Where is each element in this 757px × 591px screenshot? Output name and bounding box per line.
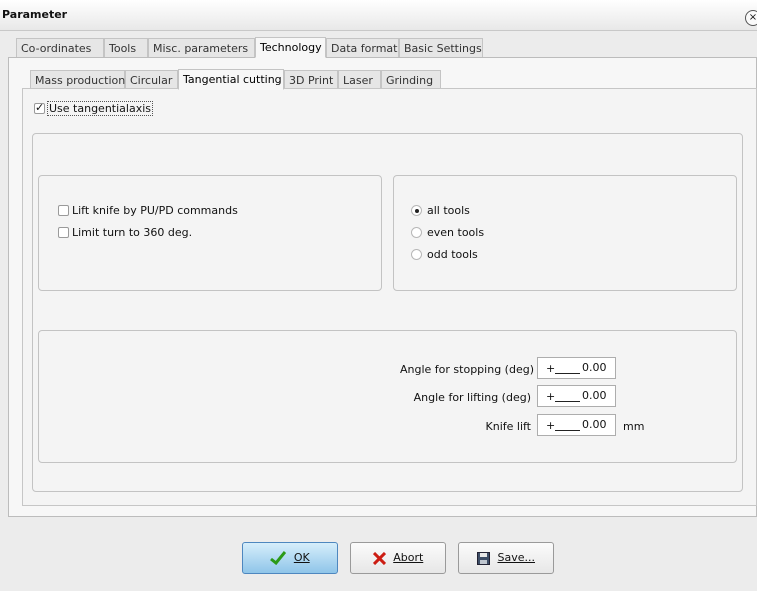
ok-button[interactable]: OK <box>242 542 338 574</box>
limit-turn-label[interactable]: Limit turn to 360 deg. <box>72 226 192 239</box>
subtab-mass-production[interactable]: Mass production <box>30 70 125 90</box>
tab-basic-settings[interactable]: Basic Settings <box>399 38 483 58</box>
all-tools-label[interactable]: all tools <box>427 204 470 217</box>
tab-data-format[interactable]: Data format <box>326 38 399 58</box>
angle-stopping-sign: + <box>546 362 556 375</box>
field-underline <box>555 430 580 431</box>
tab-tools[interactable]: Tools <box>104 38 148 58</box>
angle-stopping-label: Angle for stopping (deg) <box>400 363 534 376</box>
all-tools-radio[interactable] <box>411 205 422 216</box>
tab-misc-parameters[interactable]: Misc. parameters <box>148 38 255 58</box>
odd-tools-radio[interactable] <box>411 249 422 260</box>
angle-lifting-sign: + <box>546 390 556 403</box>
angle-stopping-value: 0.00 <box>582 361 607 374</box>
field-underline <box>555 373 580 374</box>
knife-lift-sign: + <box>546 419 556 432</box>
tab-co-ordinates[interactable]: Co-ordinates <box>16 38 104 58</box>
knife-lift-field[interactable]: + 0.00 <box>537 414 616 436</box>
ok-label: OK <box>293 551 310 564</box>
window-title: Parameter <box>2 8 68 21</box>
angle-lifting-value: 0.00 <box>582 389 607 402</box>
limit-turn-checkbox[interactable] <box>58 227 69 238</box>
use-tangential-axis-checkbox[interactable] <box>34 101 45 114</box>
knife-lift-value: 0.00 <box>582 418 607 431</box>
even-tools-label[interactable]: even tools <box>427 226 484 239</box>
knife-lift-label: Knife lift <box>485 420 531 433</box>
field-underline <box>555 401 580 402</box>
subtab-laser[interactable]: Laser <box>338 70 381 90</box>
check-icon <box>270 551 287 565</box>
subtab-grinding[interactable]: Grinding <box>381 70 441 90</box>
angle-stopping-field[interactable]: + 0.00 <box>537 357 616 379</box>
x-icon <box>372 551 386 565</box>
lift-knife-label[interactable]: Lift knife by PU/PD commands <box>72 204 238 217</box>
angle-settings-group <box>38 330 737 463</box>
odd-tools-label[interactable]: odd tools <box>427 248 478 261</box>
angle-lifting-label: Angle for lifting (deg) <box>413 391 531 404</box>
tab-technology[interactable]: Technology <box>255 37 326 58</box>
subtab-3d-print[interactable]: 3D Print <box>284 70 338 90</box>
save-label: Save... <box>497 551 536 564</box>
close-icon[interactable]: × <box>745 10 757 26</box>
floppy-disk-icon <box>477 551 490 565</box>
angle-lifting-field[interactable]: + 0.00 <box>537 385 616 407</box>
lift-knife-checkbox[interactable] <box>58 205 69 216</box>
save-button[interactable]: Save... <box>458 542 554 574</box>
use-tangential-axis-label[interactable]: Use tangentialaxis <box>47 101 153 116</box>
subtab-circular[interactable]: Circular <box>125 70 178 90</box>
knife-lift-unit: mm <box>623 420 645 433</box>
window-titlebar: Parameter × <box>0 0 757 31</box>
subtab-tangential-cutting[interactable]: Tangential cutting <box>178 69 284 90</box>
abort-label: Abort <box>393 551 424 564</box>
even-tools-radio[interactable] <box>411 227 422 238</box>
abort-button[interactable]: Abort <box>350 542 446 574</box>
